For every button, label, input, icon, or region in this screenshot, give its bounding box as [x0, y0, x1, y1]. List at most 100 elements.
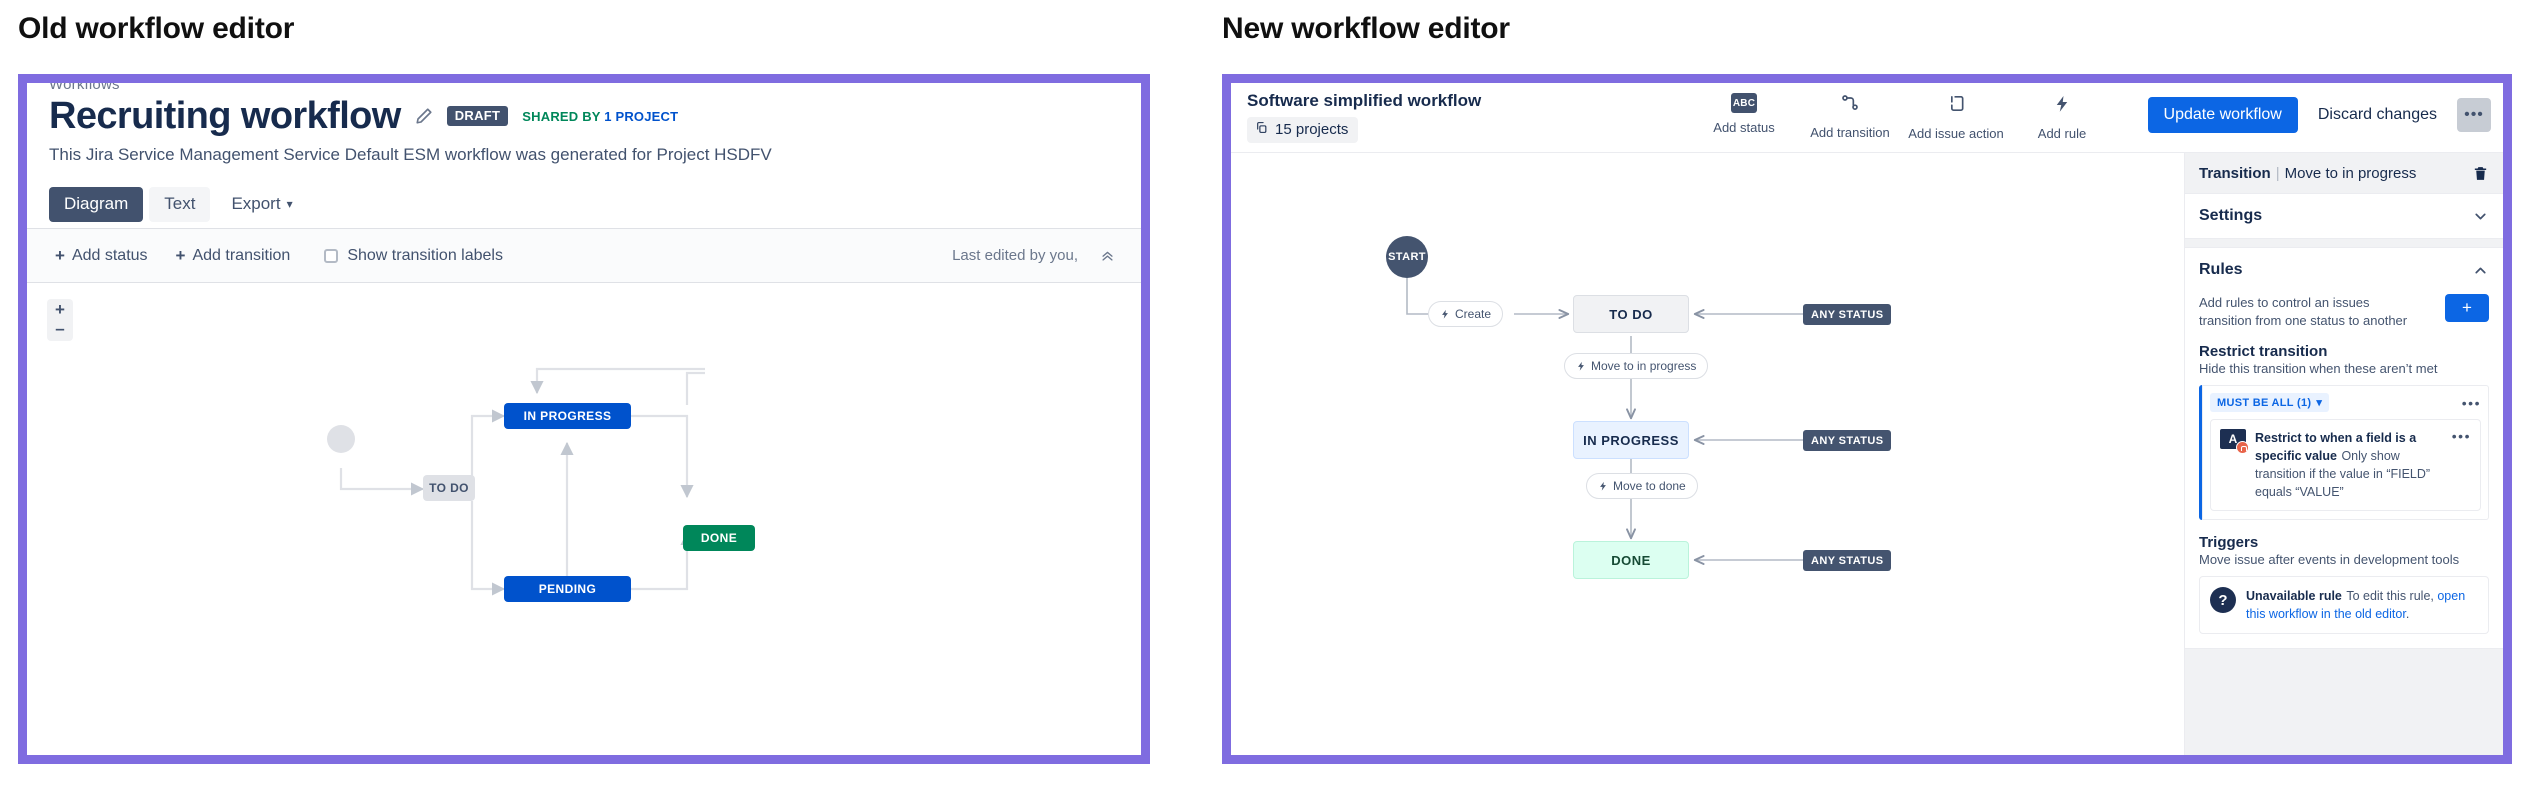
add-issue-action-label: Add issue action [1908, 126, 2004, 141]
bolt-icon [1576, 360, 1586, 372]
new-status-done[interactable]: DONE [1573, 541, 1689, 579]
old-status-in-progress[interactable]: IN PROGRESS [504, 403, 631, 429]
rule-group: MUST BE ALL (1) ▾ ••• A Restrict to when… [2199, 385, 2489, 521]
toolbar-right: Last edited by you, [952, 247, 1115, 264]
abc-icon: ABC [1731, 93, 1757, 113]
pencil-icon[interactable] [415, 107, 433, 125]
triggers-section: Triggers Move issue after events in deve… [2199, 534, 2489, 567]
new-diagram-edges [1406, 278, 1805, 565]
field-restriction-icon: A [2220, 429, 2249, 455]
bolt-icon [1598, 480, 1608, 492]
unavailable-text-before: To edit this rule, [2346, 589, 2438, 604]
panel-title: Transition | Move to in progress [2199, 165, 2416, 182]
unavailable-rule-text: Unavailable rule To edit this rule, open… [2246, 587, 2478, 623]
issue-action-icon [1946, 93, 1966, 119]
rule-group-header: MUST BE ALL (1) ▾ ••• [2210, 393, 2481, 413]
any-status-chip[interactable]: ANY STATUS [1803, 304, 1892, 325]
add-transition-button[interactable]: + Add transition [176, 247, 291, 265]
old-start-node[interactable] [327, 425, 355, 453]
double-chevron-up-icon[interactable] [1100, 248, 1115, 263]
new-diagram-canvas[interactable]: START Create Move to in progress Move to… [1231, 153, 2185, 755]
new-start-node[interactable]: START [1386, 236, 1428, 278]
add-issue-action-tool[interactable]: Add issue action [1903, 93, 2009, 141]
transition-pill-move-to-in-progress[interactable]: Move to in progress [1564, 353, 1709, 379]
rules-card-body: Add rules to control an issues transitio… [2185, 292, 2503, 648]
settings-card-header[interactable]: Settings [2185, 194, 2503, 238]
old-status-pending[interactable]: PENDING [504, 576, 631, 602]
transition-pill-label: Move to in progress [1591, 359, 1697, 373]
triggers-title: Triggers [2199, 534, 2259, 552]
chevron-down-icon[interactable] [2472, 208, 2489, 225]
chevron-down-icon: ▾ [2316, 397, 2323, 410]
export-button[interactable]: Export ▾ [216, 187, 307, 222]
copy-icon [1255, 121, 1268, 138]
settings-card: Settings [2185, 193, 2503, 239]
new-status-todo[interactable]: TO DO [1573, 295, 1689, 333]
add-rule-label: Add rule [2037, 126, 2087, 141]
transition-pill-create[interactable]: Create [1428, 301, 1504, 327]
any-status-chip[interactable]: ANY STATUS [1803, 550, 1892, 571]
diagram-toolbar: + Add status + Add transition Show trans… [27, 228, 1141, 283]
plus-icon: + [55, 246, 65, 265]
workflow-identity: Software simplified workflow 15 projects [1247, 91, 1481, 143]
add-status-tool[interactable]: ABC Add status [1691, 93, 1797, 135]
last-edited-label: Last edited by you, [952, 247, 1078, 264]
rules-card-header[interactable]: Rules [2185, 248, 2503, 292]
rule-item-text: Restrict to when a field is a specific v… [2255, 429, 2443, 501]
new-editor-heading: New workflow editor [1222, 12, 1510, 45]
question-icon: ? [2210, 587, 2236, 614]
panel-subject: Move to in progress [2284, 164, 2417, 182]
transition-icon [1839, 93, 1861, 118]
panel-kind: Transition [2199, 164, 2271, 182]
triggers-subtitle: Move issue after events in development t… [2199, 552, 2460, 568]
view-tabs: Diagram Text Export ▾ [49, 187, 308, 222]
breadcrumb[interactable]: Workflows [49, 83, 120, 93]
add-rule-button[interactable]: + [2445, 294, 2489, 322]
rule-group-menu-button[interactable]: ••• [2462, 396, 2481, 410]
add-status-button[interactable]: + Add status [55, 247, 148, 265]
transition-pill-label: Move to done [1613, 479, 1686, 493]
add-transition-tool[interactable]: Add transition [1797, 93, 1903, 140]
new-editor-app: Software simplified workflow 15 projects… [1231, 83, 2503, 755]
shared-by-label: SHARED BY 1 PROJECT [522, 109, 678, 124]
chevron-up-icon[interactable] [2472, 262, 2489, 279]
old-title-row: Recruiting workflow DRAFT SHARED BY 1 PR… [49, 97, 678, 135]
update-workflow-button[interactable]: Update workflow [2147, 97, 2298, 133]
shared-prefix: SHARED BY [522, 108, 605, 124]
add-status-label: Add status [1713, 120, 1775, 135]
rule-item-menu-button[interactable]: ••• [2452, 429, 2471, 443]
old-diagram-canvas[interactable]: + – TO DO IN PROGRESS PENDING DONE [27, 283, 1141, 755]
shared-project-link[interactable]: 1 PROJECT [604, 109, 678, 124]
new-status-in-progress[interactable]: IN PROGRESS [1573, 421, 1689, 459]
restrict-transition-title: Restrict transition [2199, 343, 2328, 361]
add-transition-label: Add transition [192, 246, 291, 264]
tab-text[interactable]: Text [149, 187, 211, 222]
new-editor-frame: Software simplified workflow 15 projects… [1222, 74, 2512, 764]
rules-card: Rules Add rules to control an issues tra… [2185, 247, 2503, 650]
page-title: Recruiting workflow [49, 95, 401, 137]
export-label: Export [231, 194, 281, 213]
rules-intro: Add rules to control an issues transitio… [2199, 292, 2489, 329]
old-editor-frame: Workflows Recruiting workflow DRAFT SHAR… [18, 74, 1150, 764]
trash-icon[interactable] [2472, 165, 2489, 182]
show-transition-labels-checkbox[interactable]: Show transition labels [324, 247, 503, 265]
chevron-down-icon: ▾ [286, 197, 293, 211]
restrict-transition-subtitle: Hide this transition when these aren’t m… [2199, 361, 2438, 377]
screenshot-root: Old workflow editor New workflow editor … [0, 0, 2530, 808]
editor-toolbar: ABC Add status Add transition Add issue … [1691, 93, 2115, 141]
discard-changes-button[interactable]: Discard changes [2316, 97, 2439, 133]
old-status-todo[interactable]: TO DO [423, 475, 475, 501]
rule-item[interactable]: A Restrict to when a field is a specific… [2210, 419, 2481, 512]
transition-pill-move-to-done[interactable]: Move to done [1586, 473, 1698, 499]
details-panel: Transition | Move to in progress Settings [2185, 153, 2503, 755]
any-status-chip[interactable]: ANY STATUS [1803, 430, 1892, 451]
tab-diagram[interactable]: Diagram [49, 187, 144, 222]
projects-badge[interactable]: 15 projects [1247, 117, 1359, 143]
unavailable-rule-card: ? Unavailable rule To edit this rule, op… [2199, 576, 2489, 635]
rules-intro-text: Add rules to control an issues transitio… [2199, 295, 2408, 328]
more-actions-button[interactable]: ••• [2457, 98, 2491, 132]
add-rule-tool[interactable]: Add rule [2009, 93, 2115, 141]
condition-mode-chip[interactable]: MUST BE ALL (1) ▾ [2210, 393, 2330, 413]
old-status-done[interactable]: DONE [683, 525, 755, 551]
projects-badge-label: 15 projects [1275, 121, 1349, 138]
